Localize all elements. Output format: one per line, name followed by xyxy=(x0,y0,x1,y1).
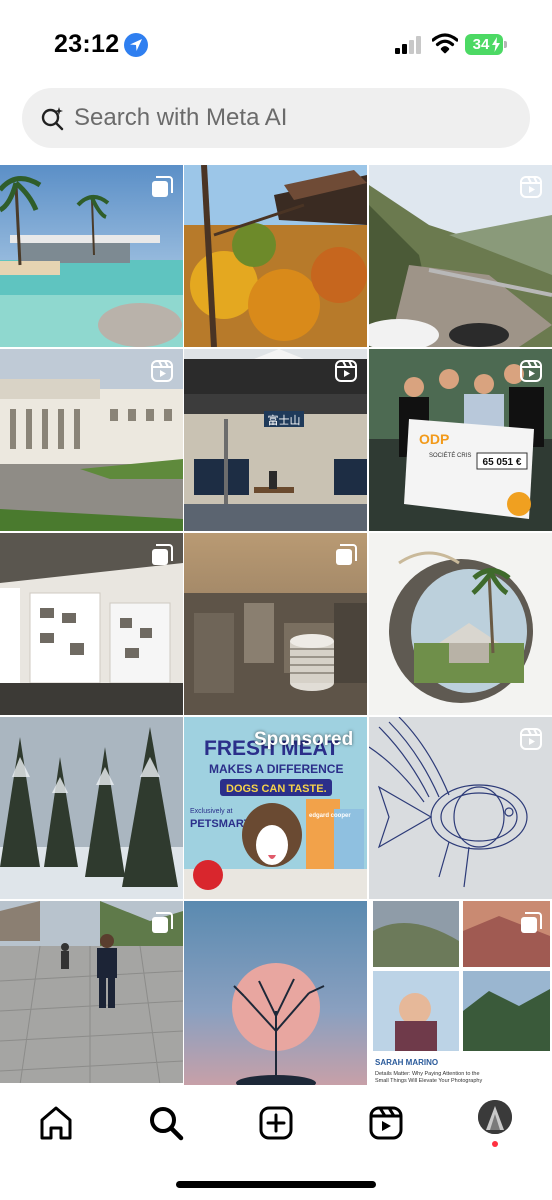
explore-tile-plaza-man[interactable] xyxy=(0,901,183,1083)
explore-grid: 富士山 ODP SOCIÉTÉ CRIS 65 051 € FRESH MEAT… xyxy=(0,165,552,1085)
explore-tile-autumn-temple[interactable] xyxy=(184,165,367,347)
station-sign: 富士山 xyxy=(268,413,301,427)
battery-percent: 34 xyxy=(472,36,490,53)
ad-headline-3: DOGS CAN TASTE. xyxy=(226,783,327,795)
explore-tile-city-aerial[interactable] xyxy=(184,533,367,715)
check-amount: 65 051 € xyxy=(483,457,522,468)
carousel-icon xyxy=(152,912,173,933)
location-arrow-icon xyxy=(124,33,148,57)
explore-tile-sponsored-ad[interactable]: FRESH MEAT MAKES A DIFFERENCE DOGS CAN T… xyxy=(184,717,367,899)
explore-tile-photo-article-collage[interactable]: SARAH MARINO Details Matter: Why Paying … xyxy=(369,901,552,1085)
explore-tile-beach-villa[interactable] xyxy=(0,165,183,347)
collage-author: SARAH MARINO xyxy=(375,1058,438,1067)
reels-icon xyxy=(520,360,542,382)
carousel-icon xyxy=(152,544,173,565)
reels-icon xyxy=(520,176,542,198)
search-input[interactable]: Search with Meta AI xyxy=(22,88,530,148)
status-time: 23:12 xyxy=(54,30,120,58)
carousel-icon xyxy=(521,912,542,933)
explore-tile-train-station[interactable]: 富士山 xyxy=(184,349,367,531)
status-bar: 23:12 34 xyxy=(0,0,552,86)
search-icon[interactable] xyxy=(146,1103,186,1143)
reels-icon xyxy=(335,360,357,382)
explore-tile-painted-canteen[interactable] xyxy=(369,533,552,715)
sponsored-label: Sponsored xyxy=(254,729,354,750)
check-brand: ODP xyxy=(419,431,449,447)
create-post-icon[interactable] xyxy=(256,1103,296,1143)
explore-tile-mountain-road[interactable] xyxy=(369,165,552,347)
collage-line-2: Small Things Will Elevate Your Photograp… xyxy=(375,1078,482,1084)
ad-headline-2: MAKES A DIFFERENCE xyxy=(209,762,343,776)
home-icon[interactable] xyxy=(36,1103,76,1143)
collage-line-1: Details Matter: Why Paying Attention to … xyxy=(375,1071,480,1077)
ad-store: PETSMART xyxy=(190,818,251,830)
reels-icon[interactable] xyxy=(366,1103,406,1143)
notification-dot xyxy=(492,1141,498,1147)
reels-icon xyxy=(151,360,173,382)
battery-charging-icon: 34 xyxy=(465,34,507,55)
explore-tile-snowy-forest[interactable] xyxy=(0,717,183,899)
carousel-icon xyxy=(152,176,173,197)
cellular-signal-icon xyxy=(395,36,425,54)
reels-icon xyxy=(520,728,542,750)
explore-tile-university-building[interactable] xyxy=(0,349,183,531)
meta-ai-search-icon xyxy=(41,107,64,131)
explore-tile-big-check-presentation[interactable]: ODP SOCIÉTÉ CRIS 65 051 € xyxy=(369,349,552,531)
ad-exclusive: Exclusively at xyxy=(190,808,232,815)
search-placeholder: Search with Meta AI xyxy=(74,104,288,131)
explore-tile-gallery-room[interactable] xyxy=(0,533,183,715)
explore-tile-moon-tree[interactable] xyxy=(184,901,367,1085)
check-owner: SOCIÉTÉ CRIS xyxy=(429,452,471,459)
ad-brand: edgard cooper xyxy=(309,813,351,819)
carousel-icon xyxy=(336,544,357,565)
home-indicator[interactable] xyxy=(176,1181,376,1188)
explore-tile-wire-fish-sculpture[interactable] xyxy=(369,717,552,899)
wifi-icon xyxy=(431,33,459,60)
profile-avatar[interactable] xyxy=(478,1100,512,1134)
